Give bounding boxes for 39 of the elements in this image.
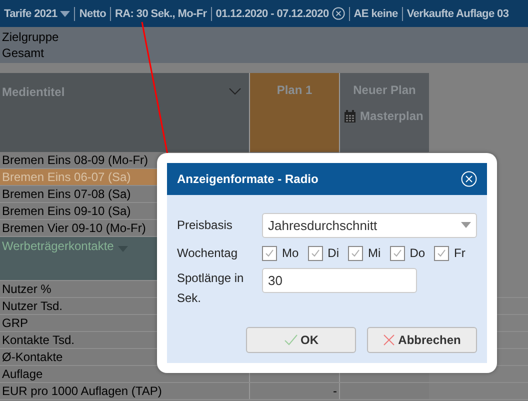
- close-icon: [383, 334, 396, 346]
- calendar-icon: [344, 110, 356, 122]
- checkbox-label: Mi: [368, 246, 381, 260]
- caret-icon: [60, 10, 70, 16]
- toolbar-item[interactable]: RA: 30 Sek., Mo-Fr: [110, 6, 212, 20]
- check-icon: [392, 249, 402, 257]
- toolbar-item[interactable]: Verkaufte Auflage 03: [402, 6, 513, 20]
- checkbox[interactable]: [434, 246, 450, 260]
- toolbar-item[interactable]: 01.12.2020 - 07.12.2020: [212, 6, 350, 20]
- close-icon[interactable]: [461, 171, 477, 187]
- check-icon: [310, 249, 320, 257]
- table-cell: -: [249, 383, 339, 399]
- target-group-label: Zielgruppe: [2, 30, 60, 44]
- check-icon: [437, 249, 446, 257]
- spot-length-field[interactable]: 30: [262, 268, 417, 293]
- check-icon: [351, 249, 360, 257]
- chevron-down-icon: [229, 88, 241, 95]
- check-icon: [284, 334, 298, 346]
- toolbar-item[interactable]: Netto: [75, 6, 111, 20]
- checkbox[interactable]: [390, 246, 405, 260]
- checkbox-label: Do: [410, 246, 426, 260]
- toolbar-item[interactable]: Tarife 2021: [0, 6, 76, 20]
- field-label: Preisbasis: [177, 217, 234, 234]
- cancel-button[interactable]: Abbrechen: [367, 327, 477, 353]
- ok-button[interactable]: OK: [246, 327, 356, 353]
- checkbox[interactable]: [308, 246, 323, 260]
- target-group-value: Gesamt: [2, 46, 46, 60]
- checkbox[interactable]: [348, 246, 364, 260]
- toolbar-item[interactable]: AE keine: [350, 6, 403, 20]
- metric-row-label: EUR pro 1000 Auflagen (TAP): [0, 383, 249, 399]
- field-label: Wochentag: [177, 245, 238, 262]
- clear-icon[interactable]: [332, 7, 345, 20]
- caret-icon: [461, 222, 471, 228]
- check-icon: [265, 249, 274, 257]
- checkbox-label: Mo: [282, 246, 299, 260]
- checkbox-label: Di: [328, 246, 340, 260]
- checkbox[interactable]: [262, 246, 277, 260]
- price-basis-select[interactable]: Jahresdurchschnitt: [262, 212, 477, 238]
- checkbox-label: Fr: [454, 246, 466, 260]
